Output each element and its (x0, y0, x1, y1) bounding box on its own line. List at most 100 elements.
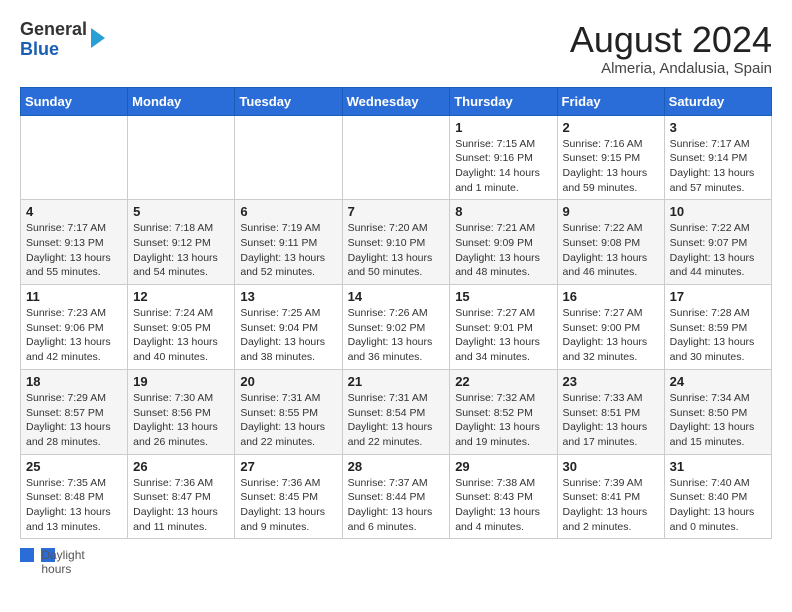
logo-text: General Blue (20, 20, 87, 60)
calendar-header-row: SundayMondayTuesdayWednesdayThursdayFrid… (21, 87, 772, 115)
day-number: 18 (26, 374, 122, 389)
calendar-header-monday: Monday (128, 87, 235, 115)
day-number: 17 (670, 289, 766, 304)
logo-blue: Blue (20, 40, 87, 60)
day-number: 3 (670, 120, 766, 135)
calendar-cell: 29Sunrise: 7:38 AM Sunset: 8:43 PM Dayli… (450, 454, 557, 539)
calendar-cell: 28 Sunrise: 7:37 AM Sunset: 8:44 PM Dayli… (342, 454, 450, 539)
day-number: 14 (348, 289, 445, 304)
day-info: Sunrise: 7:33 AM Sunset: 8:51 PM Dayligh… (563, 391, 659, 450)
calendar-cell: 18 Sunrise: 7:29 AM Sunset: 8:57 PM Dayli… (21, 369, 128, 454)
day-info: Sunrise: 7:19 AM Sunset: 9:11 PM Dayligh… (240, 221, 336, 280)
calendar-cell: 25 Sunrise: 7:35 AM Sunset: 8:48 PM Dayli… (21, 454, 128, 539)
calendar-cell: 24 Sunrise: 7:34 AM Sunset: 8:50 PM Dayli… (664, 369, 771, 454)
day-number: 27 (240, 459, 336, 474)
day-info: Sunrise: 7:25 AM Sunset: 9:04 PM Dayligh… (240, 306, 336, 365)
day-info: Sunrise: 7:16 AM Sunset: 9:15 PM Dayligh… (563, 137, 659, 196)
day-number: 30 (563, 459, 659, 474)
day-info: Sunrise: 7:34 AM Sunset: 8:50 PM Dayligh… (670, 391, 766, 450)
calendar-cell: 11 Sunrise: 7:23 AM Sunset: 9:06 PM Dayli… (21, 285, 128, 370)
day-number: 25 (26, 459, 122, 474)
day-info: Sunrise: 7:35 AM Sunset: 8:48 PM Dayligh… (26, 476, 122, 535)
day-number: 2 (563, 120, 659, 135)
day-info: Sunrise: 7:15 AM Sunset: 9:16 PM Dayligh… (455, 137, 551, 196)
calendar-cell: 23 Sunrise: 7:33 AM Sunset: 8:51 PM Dayli… (557, 369, 664, 454)
calendar-header-wednesday: Wednesday (342, 87, 450, 115)
month-year-title: August 2024 (570, 20, 772, 60)
day-info: Sunrise: 7:37 AM Sunset: 8:44 PM Dayligh… (348, 476, 445, 535)
day-number: 29 (455, 459, 551, 474)
calendar-cell: 12 Sunrise: 7:24 AM Sunset: 9:05 PM Dayli… (128, 285, 235, 370)
calendar-header-tuesday: Tuesday (235, 87, 342, 115)
calendar-header-sunday: Sunday (21, 87, 128, 115)
logo-general: General (20, 20, 87, 40)
logo: General Blue (20, 20, 105, 60)
calendar-week-row: 18 Sunrise: 7:29 AM Sunset: 8:57 PM Dayli… (21, 369, 772, 454)
calendar-table: SundayMondayTuesdayWednesdayThursdayFrid… (20, 87, 772, 540)
day-info: Sunrise: 7:17 AM Sunset: 9:14 PM Dayligh… (670, 137, 766, 196)
day-number: 5 (133, 204, 229, 219)
calendar-cell: 10Sunrise: 7:22 AM Sunset: 9:07 PM Dayli… (664, 200, 771, 285)
day-info: Sunrise: 7:17 AM Sunset: 9:13 PM Dayligh… (26, 221, 122, 280)
calendar-cell: 5 Sunrise: 7:18 AM Sunset: 9:12 PM Daylig… (128, 200, 235, 285)
calendar-cell: 13 Sunrise: 7:25 AM Sunset: 9:04 PM Dayli… (235, 285, 342, 370)
calendar-cell: 17Sunrise: 7:28 AM Sunset: 8:59 PM Dayli… (664, 285, 771, 370)
day-info: Sunrise: 7:29 AM Sunset: 8:57 PM Dayligh… (26, 391, 122, 450)
calendar-cell: 14 Sunrise: 7:26 AM Sunset: 9:02 PM Dayli… (342, 285, 450, 370)
calendar-cell (21, 115, 128, 200)
title-area: August 2024 Almeria, Andalusia, Spain (570, 20, 772, 77)
day-info: Sunrise: 7:26 AM Sunset: 9:02 PM Dayligh… (348, 306, 445, 365)
calendar-cell: 4 Sunrise: 7:17 AM Sunset: 9:13 PM Daylig… (21, 200, 128, 285)
calendar-cell: 26Sunrise: 7:36 AM Sunset: 8:47 PM Dayli… (128, 454, 235, 539)
calendar-header-friday: Friday (557, 87, 664, 115)
day-info: Sunrise: 7:21 AM Sunset: 9:09 PM Dayligh… (455, 221, 551, 280)
calendar-header-thursday: Thursday (450, 87, 557, 115)
header: General Blue August 2024 Almeria, Andalu… (20, 20, 772, 77)
daylight-color-swatch (20, 548, 34, 562)
calendar-cell: 15Sunrise: 7:27 AM Sunset: 9:01 PM Dayli… (450, 285, 557, 370)
calendar-week-row: 4 Sunrise: 7:17 AM Sunset: 9:13 PM Daylig… (21, 200, 772, 285)
calendar-cell: 9 Sunrise: 7:22 AM Sunset: 9:08 PM Daylig… (557, 200, 664, 285)
day-info: Sunrise: 7:22 AM Sunset: 9:08 PM Dayligh… (563, 221, 659, 280)
calendar-cell: 21 Sunrise: 7:31 AM Sunset: 8:54 PM Dayli… (342, 369, 450, 454)
calendar-cell (128, 115, 235, 200)
day-number: 1 (455, 120, 551, 135)
calendar-cell: 22 Sunrise: 7:32 AM Sunset: 8:52 PM Dayli… (450, 369, 557, 454)
calendar-week-row: 25 Sunrise: 7:35 AM Sunset: 8:48 PM Dayli… (21, 454, 772, 539)
day-info: Sunrise: 7:40 AM Sunset: 8:40 PM Dayligh… (670, 476, 766, 535)
day-info: Sunrise: 7:23 AM Sunset: 9:06 PM Dayligh… (26, 306, 122, 365)
day-number: 7 (348, 204, 445, 219)
calendar-cell: 20 Sunrise: 7:31 AM Sunset: 8:55 PM Dayli… (235, 369, 342, 454)
day-number: 28 (348, 459, 445, 474)
calendar-week-row: 1 Sunrise: 7:15 AM Sunset: 9:16 PM Daylig… (21, 115, 772, 200)
day-info: Sunrise: 7:18 AM Sunset: 9:12 PM Dayligh… (133, 221, 229, 280)
day-number: 8 (455, 204, 551, 219)
day-number: 12 (133, 289, 229, 304)
day-number: 20 (240, 374, 336, 389)
day-number: 23 (563, 374, 659, 389)
day-info: Sunrise: 7:27 AM Sunset: 9:00 PM Dayligh… (563, 306, 659, 365)
day-number: 9 (563, 204, 659, 219)
day-number: 11 (26, 289, 122, 304)
day-info: Sunrise: 7:31 AM Sunset: 8:55 PM Dayligh… (240, 391, 336, 450)
day-number: 13 (240, 289, 336, 304)
day-info: Sunrise: 7:24 AM Sunset: 9:05 PM Dayligh… (133, 306, 229, 365)
day-number: 19 (133, 374, 229, 389)
calendar-cell: 27 Sunrise: 7:36 AM Sunset: 8:45 PM Dayli… (235, 454, 342, 539)
day-number: 22 (455, 374, 551, 389)
calendar-cell: 8 Sunrise: 7:21 AM Sunset: 9:09 PM Daylig… (450, 200, 557, 285)
location-subtitle: Almeria, Andalusia, Spain (570, 60, 772, 77)
day-info: Sunrise: 7:31 AM Sunset: 8:54 PM Dayligh… (348, 391, 445, 450)
day-info: Sunrise: 7:39 AM Sunset: 8:41 PM Dayligh… (563, 476, 659, 535)
footer-note: Daylight hours (20, 547, 772, 562)
day-info: Sunrise: 7:36 AM Sunset: 8:45 PM Dayligh… (240, 476, 336, 535)
day-number: 21 (348, 374, 445, 389)
day-number: 4 (26, 204, 122, 219)
day-info: Sunrise: 7:20 AM Sunset: 9:10 PM Dayligh… (348, 221, 445, 280)
day-info: Sunrise: 7:32 AM Sunset: 8:52 PM Dayligh… (455, 391, 551, 450)
day-info: Sunrise: 7:30 AM Sunset: 8:56 PM Dayligh… (133, 391, 229, 450)
day-number: 24 (670, 374, 766, 389)
calendar-cell: 7 Sunrise: 7:20 AM Sunset: 9:10 PM Daylig… (342, 200, 450, 285)
calendar-cell: 2 Sunrise: 7:16 AM Sunset: 9:15 PM Daylig… (557, 115, 664, 200)
calendar-cell: 19 Sunrise: 7:30 AM Sunset: 8:56 PM Dayli… (128, 369, 235, 454)
